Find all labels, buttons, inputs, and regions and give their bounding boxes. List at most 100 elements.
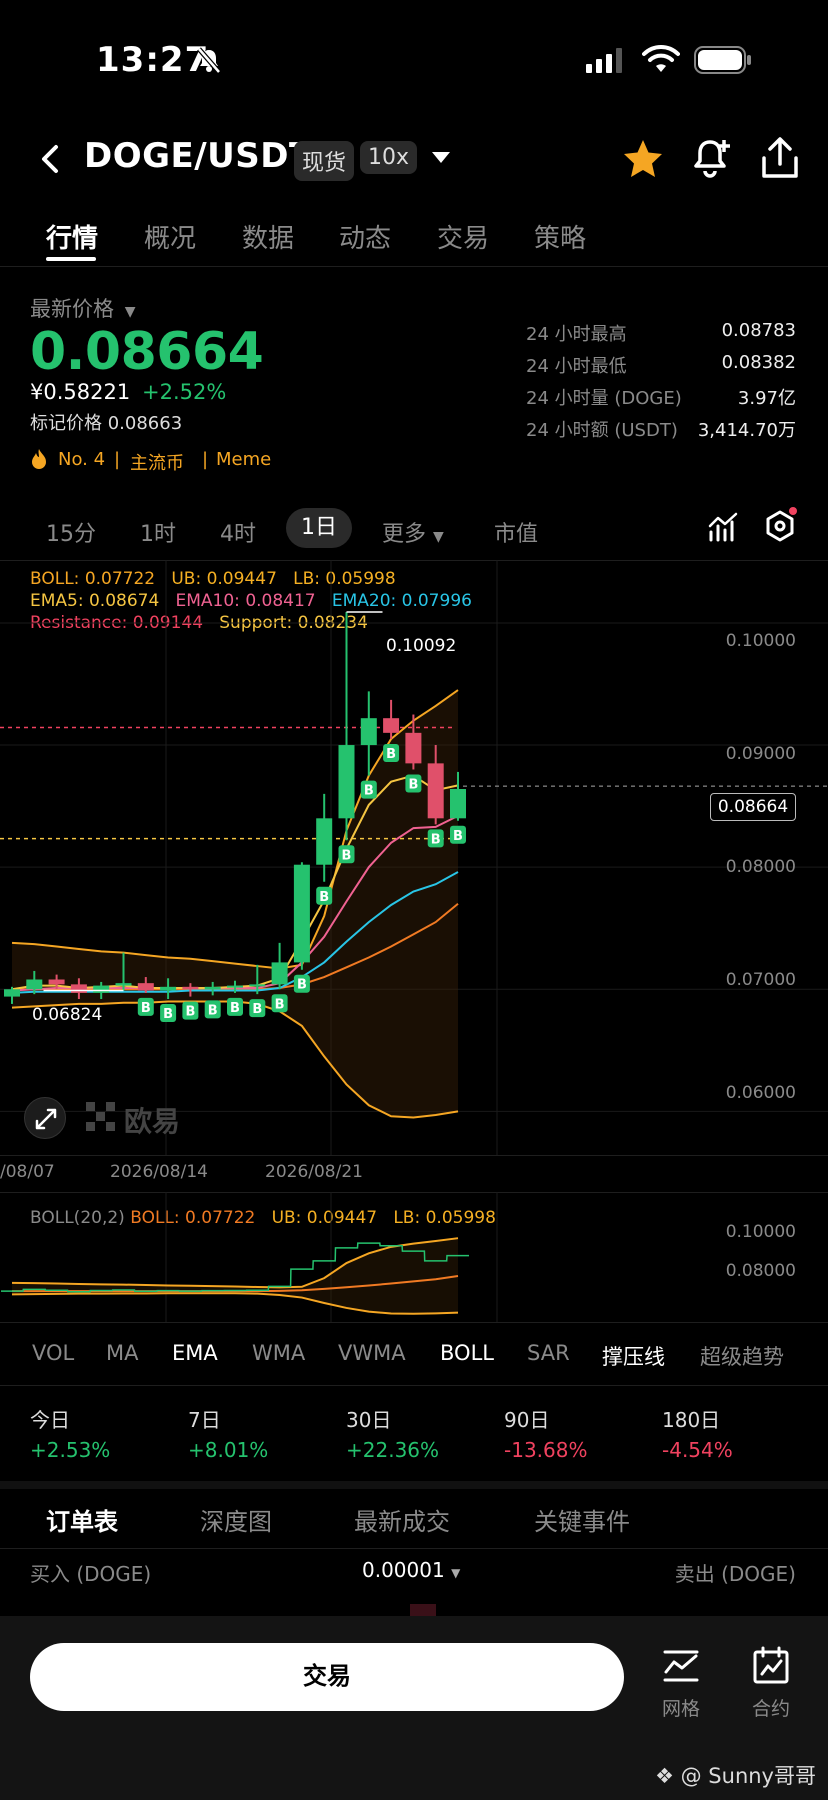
tab-latest-trades[interactable]: 最新成交 (354, 1502, 450, 1537)
candle-body (48, 979, 65, 985)
high-price-label: 0.10092 (386, 636, 457, 656)
perf-label-30d: 30日 (346, 1408, 392, 1432)
indicator-chart-icon[interactable] (708, 512, 740, 544)
interval-1d[interactable]: 1日 (286, 508, 352, 548)
tab-trade[interactable]: 交易 (437, 218, 489, 255)
precision-value: 0.00001 (362, 1558, 445, 1582)
y-tick-label: 0.08000 (725, 857, 796, 877)
interval-4h[interactable]: 4时 (220, 516, 256, 548)
indicator-sar[interactable]: SAR (527, 1341, 570, 1365)
buy-column-label: 买入 (DOGE) (30, 1562, 152, 1586)
boll-sub-chart[interactable] (0, 1192, 828, 1322)
tab-overview[interactable]: 概况 (144, 218, 196, 255)
share-icon[interactable] (758, 136, 802, 180)
stat-high-label: 24 小时最高 (526, 324, 627, 345)
candle-body (405, 732, 422, 764)
signal-icon (586, 48, 622, 73)
indicator-wma[interactable]: WMA (252, 1341, 305, 1365)
buy-marker: B (271, 994, 288, 1013)
sub-band-fill (12, 1238, 458, 1314)
active-tab-indicator (46, 257, 96, 261)
contract-icon[interactable] (752, 1646, 792, 1686)
buy-marker: B (293, 974, 310, 993)
latest-price: 0.08664 (30, 322, 264, 382)
grid-label[interactable]: 网格 (662, 1694, 700, 1721)
divider (0, 266, 828, 267)
sub-y-tick-label: 0.10000 (725, 1222, 796, 1242)
tab-strategy[interactable]: 策略 (534, 218, 586, 255)
buy-marker-label: B (208, 1003, 218, 1018)
buy-marker: B (182, 1001, 199, 1020)
interval-15m[interactable]: 15分 (46, 516, 96, 548)
perf-label-today: 今日 (30, 1408, 70, 1432)
tab-data[interactable]: 数据 (242, 218, 294, 255)
diamond-logo-icon: ❖ (655, 1764, 674, 1788)
tab-key-events[interactable]: 关键事件 (534, 1502, 630, 1537)
indicator-boll[interactable]: BOLL (440, 1341, 494, 1365)
tab-orderbook[interactable]: 订单表 (46, 1502, 118, 1537)
grid-bot-icon[interactable] (662, 1648, 700, 1684)
sub-y-tick-label: 0.08000 (725, 1261, 796, 1281)
back-icon[interactable] (38, 143, 62, 175)
candle-body (160, 986, 177, 991)
watermark: ❖ @ Sunny哥哥 (655, 1760, 816, 1790)
divider (0, 1385, 828, 1386)
y-tick-label: 0.10000 (725, 631, 796, 651)
buy-marker-label: B (185, 1005, 195, 1020)
buy-marker-label: B (252, 1002, 262, 1017)
indicator-ema[interactable]: EMA (172, 1341, 218, 1365)
interval-market-cap[interactable]: 市值 (494, 516, 538, 548)
buy-marker: B (450, 825, 466, 844)
tab-market[interactable]: 行情 (46, 218, 98, 255)
perf-value-30d: +22.36% (346, 1438, 440, 1462)
interval-more[interactable]: 更多 ▼ (382, 516, 444, 548)
indicator-vwma[interactable]: VWMA (338, 1341, 406, 1365)
rank-link[interactable]: No. 4 (58, 449, 105, 470)
buy-marker: B (204, 1000, 221, 1019)
buy-marker-label: B (230, 1001, 240, 1016)
buy-marker: B (137, 997, 154, 1016)
wifi-icon (642, 44, 680, 72)
spot-tag: 现货 (294, 141, 355, 181)
caret-down-icon: ▼ (451, 1566, 461, 1580)
stat-vol-value: 3.97亿 (737, 388, 796, 409)
category-link[interactable]: 主流币 (130, 449, 184, 475)
candle-body (93, 985, 110, 993)
trade-button[interactable]: 交易 (30, 1643, 624, 1711)
x-tick-label: /08/07 (0, 1162, 55, 1182)
candle-body (182, 986, 199, 990)
indicator-ma[interactable]: MA (106, 1341, 138, 1365)
candle-body (70, 984, 87, 993)
meta-separator: | (114, 449, 121, 470)
latest-price-label[interactable]: 最新价格 ▼ (30, 293, 135, 323)
interval-1h[interactable]: 1时 (140, 516, 176, 548)
candle-body (115, 983, 132, 986)
buy-marker-label: B (297, 978, 307, 993)
watermark-text: @ Sunny哥哥 (680, 1764, 816, 1788)
add-alert-icon[interactable] (690, 136, 734, 180)
perf-value-180d: -4.54% (662, 1438, 733, 1462)
indicator-supertrend[interactable]: 超级趋势 (700, 1341, 784, 1371)
stat-amount-value: 3,414.70万 (697, 420, 796, 441)
buy-marker: B (316, 886, 333, 905)
pair-title[interactable]: DOGE/USDT (84, 136, 313, 176)
indicator-vol[interactable]: VOL (32, 1341, 74, 1365)
tag-link[interactable]: Meme (216, 449, 271, 470)
chart-settings-icon[interactable] (764, 506, 802, 546)
tab-news[interactable]: 动态 (339, 218, 391, 255)
candle-body (360, 718, 377, 746)
change-percent: +2.52% (142, 380, 227, 404)
fullscreen-button[interactable] (24, 1097, 66, 1139)
stat-amount-label: 24 小时额 (USDT) (526, 420, 678, 441)
current-price-tag: 0.08664 (710, 793, 796, 821)
stat-low-label: 24 小时最低 (526, 356, 627, 377)
tab-depth[interactable]: 深度图 (200, 1502, 272, 1537)
star-favorite-icon[interactable] (622, 138, 664, 180)
sell-column-label: 卖出 (DOGE) (674, 1562, 796, 1586)
pair-dropdown-icon[interactable] (430, 150, 452, 166)
indicator-support-resistance[interactable]: 撑压线 (602, 1341, 665, 1371)
buy-marker: B (160, 1004, 177, 1023)
buy-marker-label: B (342, 848, 352, 863)
precision-select[interactable]: 0.00001 ▼ (362, 1558, 460, 1582)
contract-label[interactable]: 合约 (752, 1694, 790, 1721)
